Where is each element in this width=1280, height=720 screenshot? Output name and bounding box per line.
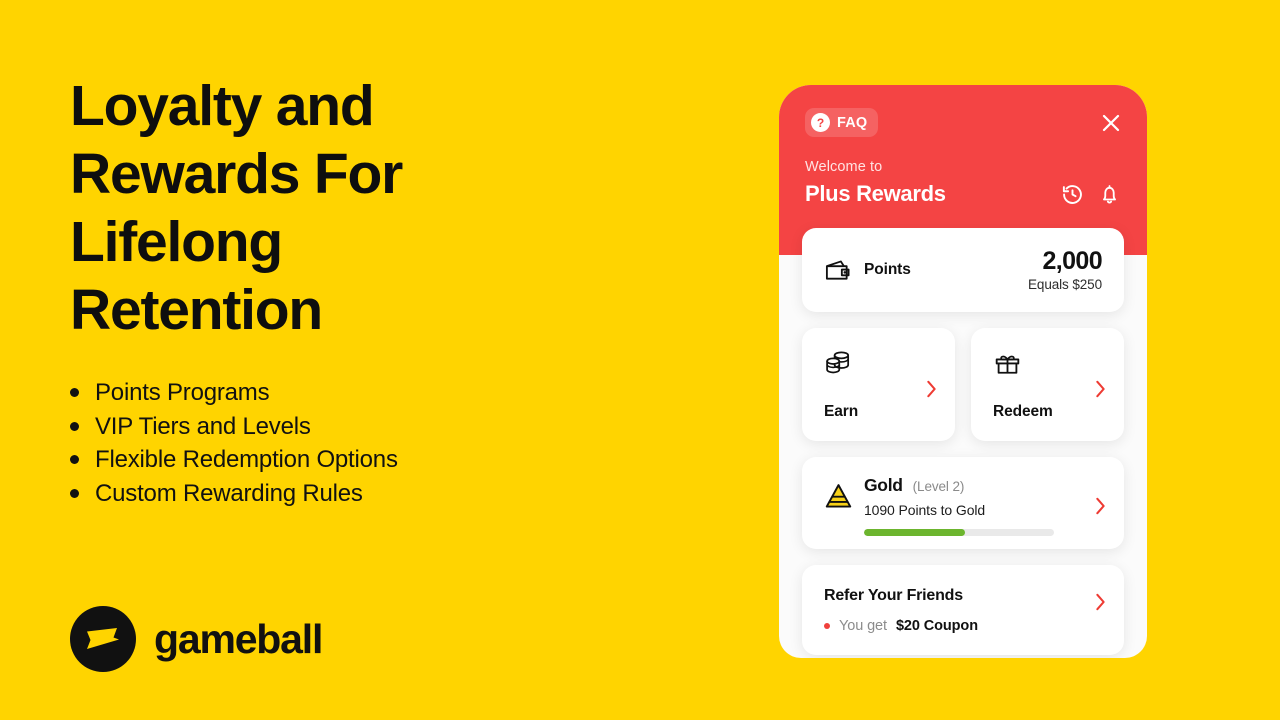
redeem-label: Redeem [993,403,1053,420]
points-label: Points [864,261,911,278]
points-value: 2,000 [1042,247,1102,276]
referral-reward: You get $20 Coupon [824,618,1124,634]
referral-reward-prefix: You get [839,618,887,634]
list-item: Custom Rewarding Rules [70,477,690,511]
referral-title: Refer Your Friends [824,587,963,604]
coins-icon [826,351,850,374]
redeem-card[interactable]: Redeem [971,328,1124,441]
tier-body: Gold (Level 2) 1090 Points to Gold [864,475,1124,536]
feature-label: Points Programs [95,379,270,406]
list-item: VIP Tiers and Levels [70,410,690,444]
close-icon[interactable] [1099,111,1123,135]
hero-left-panel: Loyalty and Rewards For Lifelong Retenti… [70,72,690,510]
program-row: Plus Rewards [805,181,1121,207]
feature-label: Flexible Redemption Options [95,446,398,473]
points-card[interactable]: Points 2,000 Equals $250 [802,228,1124,312]
tier-card[interactable]: Gold (Level 2) 1090 Points to Gold [802,457,1124,549]
feature-list: Points Programs VIP Tiers and Levels Fle… [70,376,690,510]
bullet-icon [824,623,830,629]
faq-label: FAQ [837,114,868,131]
points-right: 2,000 Equals $250 [1028,247,1103,292]
tier-name: Gold [864,475,903,495]
chevron-right-icon [926,380,937,398]
chevron-right-icon [1095,380,1106,398]
list-item: Points Programs [70,376,690,410]
bullet-icon [70,455,79,465]
brand-logo: gameball [70,606,323,672]
page-title: Loyalty and Rewards For Lifelong Retenti… [70,74,403,342]
feature-label: VIP Tiers and Levels [95,412,311,440]
points-equals: Equals $250 [1028,276,1102,292]
history-icon[interactable] [1061,183,1084,206]
list-item: Flexible Redemption Options [70,443,690,477]
earn-label: Earn [824,403,859,420]
points-left: Points [824,257,911,284]
bell-icon[interactable] [1098,183,1121,206]
gameball-flag-icon [70,606,136,672]
tier-progress-text: 1090 Points to Gold [864,502,986,518]
earn-card[interactable]: Earn [802,328,955,441]
gift-icon [995,355,1020,374]
chevron-right-icon [1095,593,1106,611]
header-actions [1061,183,1121,206]
faq-button[interactable]: ? FAQ [805,108,879,137]
wallet-icon [825,260,850,280]
bullet-icon [70,421,79,431]
bullet-icon [70,388,79,398]
tier-level: (Level 2) [912,479,965,494]
bullet-icon [70,488,79,498]
tier-progress-fill [864,529,965,536]
chevron-right-icon [1095,497,1106,515]
referral-card[interactable]: Refer Your Friends You get $20 Coupon [802,565,1124,655]
question-mark-icon: ? [811,113,830,132]
referral-reward-value: $20 Coupon [895,618,978,634]
tier-head: Gold (Level 2) [864,475,1124,496]
welcome-text: Welcome to [805,159,883,175]
logo-wordmark: gameball [154,615,323,662]
action-row: Earn Redeem [802,328,1124,441]
tier-progress-bar [864,529,1054,536]
rewards-cards: Points 2,000 Equals $250 Earn Redeem Gol… [779,228,1147,655]
program-name: Plus Rewards [805,181,946,206]
feature-label: Custom Rewarding Rules [95,479,363,507]
gold-tier-pyramid-icon [824,483,853,515]
phone-mockup: ? FAQ Welcome to Plus Rewards Points 2,0… [779,85,1147,658]
